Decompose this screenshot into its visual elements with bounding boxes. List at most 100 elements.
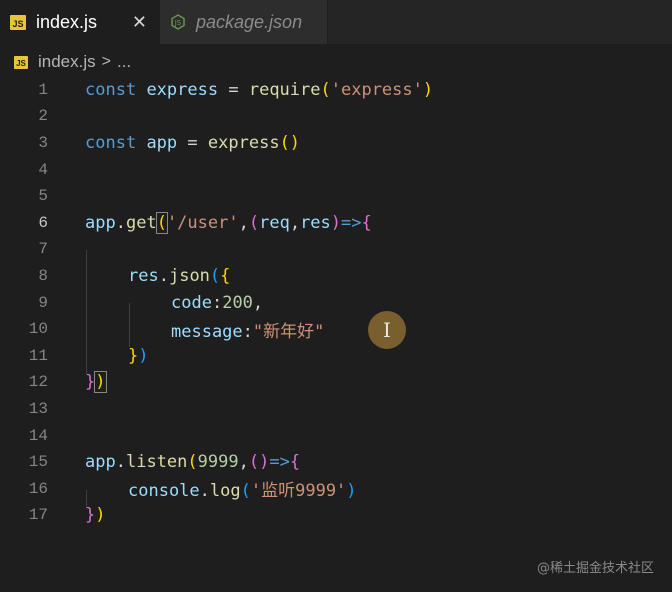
operator: : (211, 292, 223, 313)
line-number: 8 (38, 266, 48, 285)
keyword: const (85, 132, 137, 153)
identifier: app (85, 452, 116, 473)
bracket: ) (95, 505, 106, 526)
bracket: } (85, 505, 96, 526)
function-name: listen (125, 452, 188, 473)
operator: , (238, 452, 249, 473)
bracket: ( (155, 211, 168, 234)
parameter: req (259, 212, 290, 233)
nodejs-file-icon: JS (170, 14, 186, 30)
line-number: 15 (28, 453, 48, 472)
line-number: 9 (38, 293, 48, 312)
line-number: 2 (38, 107, 48, 126)
line-number: 3 (38, 133, 48, 152)
bracket: ) (330, 212, 342, 233)
operator: . (199, 481, 210, 502)
line-number: 7 (38, 240, 48, 259)
function-name: require (248, 79, 321, 100)
code-line: 6 app.get('/user',(req,res)=>{ (0, 210, 672, 237)
code-line: 4 (0, 156, 672, 183)
string-literal: 'express' (330, 79, 423, 100)
operator: , (238, 212, 249, 233)
line-number: 1 (38, 80, 48, 99)
function-name: get (125, 212, 157, 233)
string-literal: "新年好" (252, 321, 325, 342)
operator: , (289, 212, 301, 233)
parameter: res (300, 212, 331, 233)
property-key: code (171, 292, 212, 313)
bracket: ( (320, 79, 331, 100)
code-line: 3 const app = express() (0, 130, 672, 157)
identifier: console (128, 481, 200, 502)
operator: : (242, 321, 253, 342)
js-file-icon: JS (14, 55, 28, 69)
bracket: () (279, 132, 301, 153)
line-number: 17 (28, 506, 48, 525)
bracket: ) (138, 345, 149, 366)
bracket: ) (94, 371, 107, 394)
string-literal: '/user' (166, 212, 239, 233)
breadcrumb-file[interactable]: index.js (38, 52, 96, 72)
text-cursor-icon: I (383, 318, 391, 342)
breadcrumb-more[interactable]: ... (117, 52, 131, 72)
bracket: ( (248, 212, 260, 233)
bracket: ( (240, 481, 251, 502)
code-line: 2 (0, 103, 672, 130)
bracket: () (248, 452, 270, 473)
line-number: 12 (28, 373, 48, 392)
code-line: 14 (0, 422, 672, 449)
chevron-right-icon: > (101, 53, 111, 70)
number-literal: 200 (222, 292, 253, 313)
line-number: 6 (38, 213, 48, 232)
mouse-cursor-highlight: I (368, 311, 406, 349)
line-number: 5 (38, 187, 48, 206)
function-name: json (168, 265, 210, 286)
tab-label: package.json (196, 11, 303, 32)
code-line: 8 res.json({ (0, 263, 672, 290)
operator: , (252, 292, 264, 313)
code-line: 7 (0, 236, 672, 263)
bracket: ) (346, 481, 357, 502)
bracket: ) (422, 79, 434, 100)
line-number: 4 (38, 160, 48, 179)
number-literal: 9999 (197, 452, 239, 473)
tab-index-js[interactable]: JS index.js ✕ (0, 0, 160, 44)
function-name: log (209, 481, 241, 502)
function-name: express (207, 132, 280, 153)
operator: . (158, 265, 169, 286)
identifier: res (128, 265, 159, 286)
bracket: { (289, 452, 301, 473)
bracket: ( (209, 265, 221, 286)
arrow-operator: => (269, 452, 290, 473)
tab-bar: JS index.js ✕ JS package.json (0, 0, 672, 44)
code-line: 11 }) (0, 343, 672, 370)
bracket: ( (187, 452, 198, 473)
line-number: 11 (28, 346, 48, 365)
property-key: message (171, 321, 243, 342)
identifier: app (146, 132, 178, 153)
bracket: { (361, 212, 372, 233)
arrow-operator: => (341, 212, 362, 233)
tab-label: index.js (36, 11, 98, 32)
line-number: 16 (28, 479, 48, 498)
code-line: 16 console.log('监听9999') (0, 476, 672, 503)
close-icon[interactable]: ✕ (132, 12, 147, 33)
operator: . (115, 212, 126, 233)
watermark: @稀土掘金技术社区 (536, 561, 654, 576)
code-line: 9 code:200, (0, 289, 672, 316)
js-file-icon: JS (10, 14, 26, 30)
breadcrumb: JS index.js > ... (0, 48, 672, 76)
code-line: 10 message:"新年好" (0, 316, 672, 343)
tab-package-json[interactable]: JS package.json (160, 0, 328, 44)
code-line: 5 (0, 183, 672, 210)
svg-text:JS: JS (174, 19, 182, 27)
line-number: 13 (28, 399, 48, 418)
operator: . (115, 452, 126, 473)
code-line: 12 }) (0, 369, 672, 396)
code-line: 17 }) (0, 502, 672, 529)
bracket: } (85, 372, 96, 393)
code-line: 13 (0, 396, 672, 423)
operator: = (187, 132, 198, 153)
identifier: app (85, 212, 116, 233)
code-editor[interactable]: 1 const express = require('express') 2 3… (0, 76, 672, 592)
